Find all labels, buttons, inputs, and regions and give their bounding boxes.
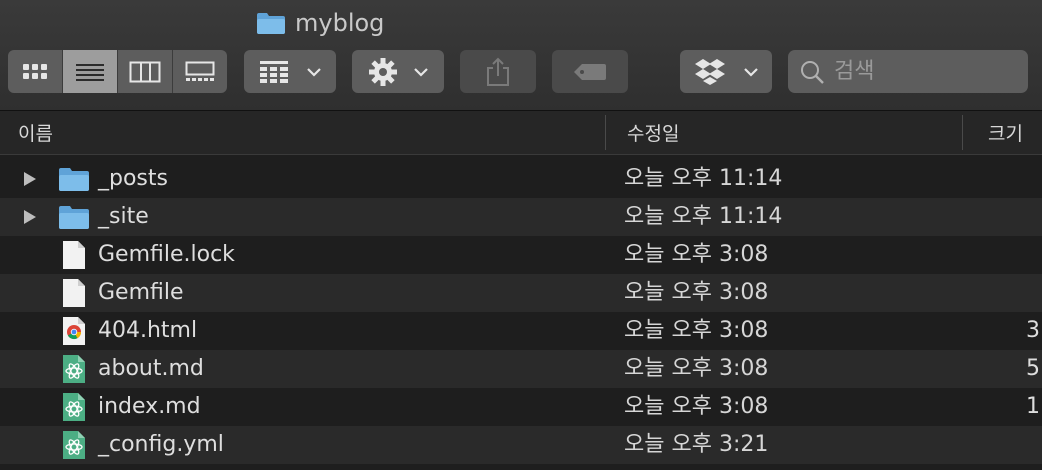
column-header-modified-label: 수정일: [627, 123, 680, 145]
document-icon: [63, 241, 85, 269]
chrome-html-icon: [63, 317, 85, 345]
file-name: about.md: [98, 356, 204, 381]
file-size: 1: [1026, 394, 1040, 419]
window-toolbar: myblog: [0, 0, 1042, 111]
chevron-down-icon: [307, 67, 321, 77]
search-input[interactable]: [832, 58, 1016, 85]
file-modified: 오늘 오후 11:14: [624, 204, 783, 229]
share-icon: [487, 57, 509, 86]
file-name: Gemfile.lock: [98, 242, 235, 267]
column-header-row: 이름 수정일 크기: [0, 111, 1042, 155]
file-size: 5: [1026, 356, 1040, 381]
column-header-size-label: 크기: [988, 123, 1023, 145]
file-row[interactable]: about.md 오늘 오후 3:08 5: [0, 350, 1042, 388]
chevron-down-icon: [414, 67, 428, 77]
view-mode-segmented-control[interactable]: [8, 50, 227, 93]
file-name: 404.html: [98, 318, 198, 343]
column-divider[interactable]: [605, 115, 606, 150]
file-row[interactable]: _site 오늘 오후 11:14: [0, 198, 1042, 236]
columns-icon: [129, 61, 161, 82]
file-size: 3: [1026, 318, 1040, 343]
group-by-button[interactable]: [244, 50, 336, 93]
markdown-file-icon: [63, 393, 85, 421]
list-lines-icon: [76, 63, 104, 81]
dropbox-icon: [695, 58, 725, 85]
file-row[interactable]: Gemfile 오늘 오후 3:08: [0, 274, 1042, 312]
file-row[interactable]: Gemfile.lock 오늘 오후 3:08: [0, 236, 1042, 274]
gallery-icon: [185, 61, 215, 81]
tags-button[interactable]: [552, 50, 628, 93]
share-button[interactable]: [460, 50, 536, 93]
file-row[interactable]: _config.yml 오늘 오후 3:21: [0, 426, 1042, 464]
disclosure-triangle-icon[interactable]: [22, 209, 38, 225]
gear-icon: [369, 57, 397, 86]
disclosure-triangle-icon[interactable]: [22, 171, 38, 187]
file-modified: 오늘 오후 11:14: [624, 166, 783, 191]
icon-grid-icon: [23, 63, 47, 79]
column-view-button[interactable]: [118, 50, 173, 93]
file-modified: 오늘 오후 3:08: [624, 242, 769, 267]
file-row[interactable]: index.md 오늘 오후 3:08 1: [0, 388, 1042, 426]
file-row[interactable]: 404.html 오늘 오후 3:08 3: [0, 312, 1042, 350]
file-name: _site: [98, 204, 149, 229]
group-grid-icon: [260, 60, 288, 83]
action-button[interactable]: [352, 50, 444, 93]
search-field[interactable]: [788, 50, 1028, 93]
markdown-file-icon: [63, 431, 85, 459]
folder-icon: [59, 206, 89, 229]
file-name: index.md: [98, 394, 201, 419]
markdown-file-icon: [63, 355, 85, 383]
icon-view-button[interactable]: [8, 50, 63, 93]
gallery-view-button[interactable]: [173, 50, 227, 93]
column-header-modified[interactable]: 수정일: [627, 111, 679, 154]
dropbox-button[interactable]: [680, 50, 772, 93]
column-header-name-label: 이름: [18, 123, 53, 145]
tag-icon: [574, 63, 606, 80]
file-modified: 오늘 오후 3:21: [624, 432, 769, 457]
file-row[interactable]: _posts 오늘 오후 11:14: [0, 160, 1042, 198]
folder-icon: [59, 168, 89, 191]
folder-icon: [257, 13, 285, 34]
search-icon: [801, 60, 824, 84]
file-name: _posts: [98, 166, 168, 191]
list-view-button[interactable]: [63, 50, 118, 93]
column-divider[interactable]: [962, 115, 963, 150]
file-name: _config.yml: [98, 432, 224, 457]
file-name: Gemfile: [98, 280, 184, 305]
document-icon: [63, 279, 85, 307]
column-header-name[interactable]: 이름: [18, 111, 53, 154]
file-modified: 오늘 오후 3:08: [624, 394, 769, 419]
file-list: _posts 오늘 오후 11:14 _site 오늘 오후 11:14 Gem…: [0, 160, 1042, 464]
file-modified: 오늘 오후 3:08: [624, 356, 769, 381]
chevron-down-icon: [744, 67, 758, 77]
file-modified: 오늘 오후 3:08: [624, 318, 769, 343]
window-title-text: myblog: [295, 9, 385, 37]
file-modified: 오늘 오후 3:08: [624, 280, 769, 305]
window-title: myblog: [256, 6, 384, 40]
column-header-size[interactable]: 크기: [988, 111, 1023, 154]
